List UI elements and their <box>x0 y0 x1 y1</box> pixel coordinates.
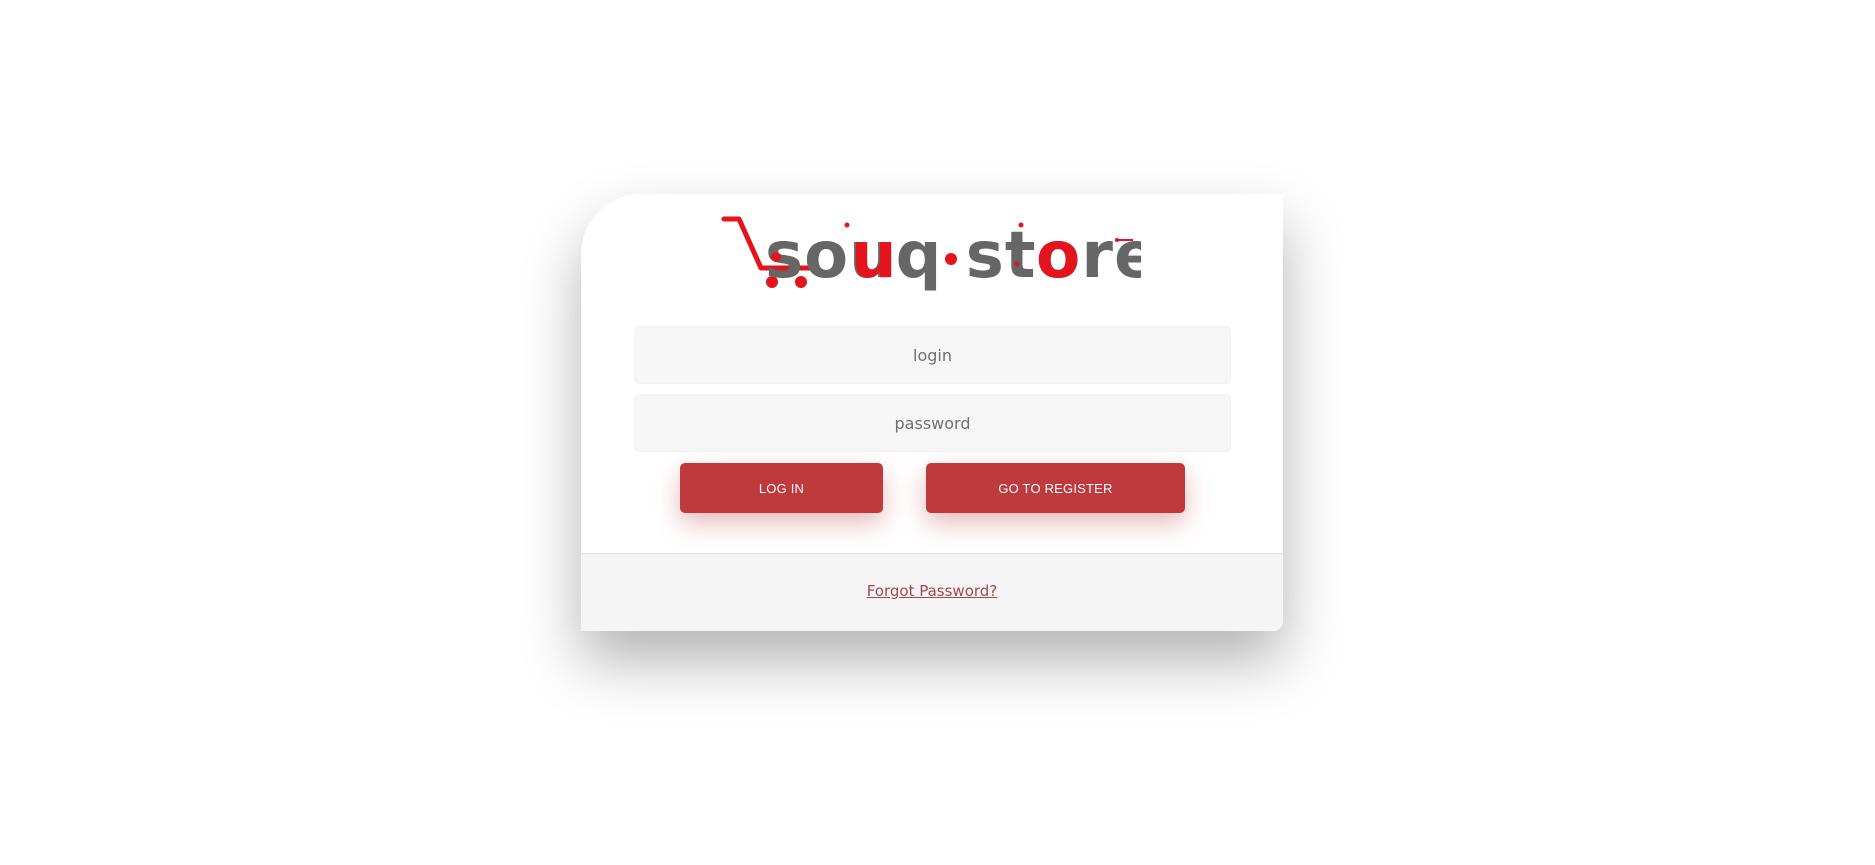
souq-store-logo: souq store u o <box>721 216 1157 296</box>
logo-graphic: souq store u o <box>721 216 1157 293</box>
password-input[interactable] <box>634 394 1231 452</box>
login-button[interactable]: LOG IN <box>680 463 883 513</box>
go-to-register-button[interactable]: GO TO REGISTER <box>926 463 1185 513</box>
card-footer: Forgot Password? <box>581 553 1283 631</box>
forgot-password-link[interactable]: Forgot Password? <box>867 582 998 600</box>
svg-text:u: u <box>851 219 897 293</box>
login-input[interactable] <box>634 326 1231 384</box>
login-card: souq store u o LOG IN GO TO REGISTER For… <box>581 194 1283 631</box>
svg-text:o: o <box>1036 219 1080 293</box>
